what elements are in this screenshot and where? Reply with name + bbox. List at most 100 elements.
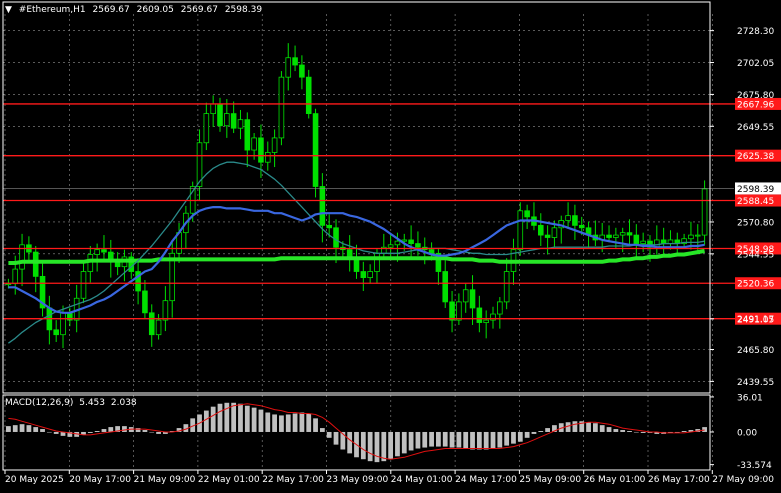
time-tick-label: 22 May 01:00 [198, 475, 260, 485]
current-price-label: 2598.39 [737, 185, 774, 195]
macd-bar [497, 431, 503, 448]
candle-body [271, 137, 278, 153]
macd-bar [620, 430, 626, 432]
macd-bar [347, 431, 353, 454]
macd-bar [210, 406, 216, 432]
macd-name: MACD(12,26,9) [5, 398, 74, 408]
macd-bar [108, 427, 114, 432]
level-label: 2625.38 [737, 152, 774, 162]
macd-bar [388, 431, 394, 460]
candle-body [346, 249, 353, 258]
price-tick-label: 2675.80 [737, 91, 774, 101]
macd-bar [265, 412, 271, 432]
macd-bar [422, 431, 428, 448]
candle-body [503, 271, 510, 303]
candle-body [237, 119, 244, 129]
candle-body [565, 215, 571, 221]
candle-body [80, 271, 87, 299]
macd-bar [681, 431, 687, 432]
macd-bar [572, 421, 578, 432]
macd-bar [674, 431, 680, 433]
candle-body [101, 249, 107, 253]
symbol-label: #Ethereum,H1 [18, 5, 86, 15]
macd-bar [395, 431, 400, 457]
candle-body [551, 227, 558, 238]
macd-bar [531, 431, 537, 434]
candle-body [408, 239, 414, 244]
symbol-menu-icon[interactable]: ▼ [5, 5, 12, 15]
macd-bar [606, 427, 612, 432]
price-tick-label: 2649.55 [737, 123, 774, 133]
candle-body [60, 312, 66, 336]
macd-bar [142, 430, 148, 432]
macd-bar [470, 431, 475, 450]
macd-bar [586, 422, 591, 432]
macd-bar [545, 428, 550, 432]
macd-bar [299, 412, 305, 432]
candle-body [619, 232, 626, 236]
macd-bar [6, 426, 11, 432]
macd-bar [408, 431, 414, 451]
macd-bar [292, 413, 298, 432]
time-tick-label: 25 May 09:00 [519, 475, 581, 485]
candle-body [217, 103, 223, 127]
macd-bar [19, 424, 25, 432]
candle-body [299, 64, 305, 78]
macd-bar [149, 431, 155, 433]
chart-header: ▼ #Ethereum,H1 2569.67 2609.05 2569.67 2… [5, 3, 266, 17]
candle-body [210, 103, 216, 115]
macd-signal-value: 2.038 [110, 398, 137, 408]
candle-body [278, 76, 285, 139]
candle-body [701, 188, 708, 236]
ohlc-open: 2569.67 [92, 5, 130, 15]
macd-bar [326, 431, 332, 438]
macd-tick-label: 36.01 [737, 393, 763, 403]
candle-body [162, 300, 169, 321]
candle-body [312, 113, 319, 187]
candle-body [230, 113, 237, 129]
macd-bar [224, 402, 230, 432]
macd-bar [436, 431, 441, 447]
macd-bar [251, 407, 257, 432]
candle-body [517, 210, 524, 251]
candle-body [613, 234, 619, 238]
candle-body [462, 289, 469, 303]
candle-body [367, 271, 373, 278]
ohlc-low: 2569.67 [180, 5, 218, 15]
candle-body [148, 312, 155, 336]
candle-body [374, 252, 380, 272]
candle-body [305, 76, 312, 115]
macd-tick-label: 0.00 [737, 428, 757, 438]
macd-bar [272, 414, 277, 432]
price-tick-label: 2491.05 [737, 315, 774, 325]
macd-bar [319, 428, 325, 432]
candle-body [449, 301, 455, 321]
candle-body [203, 113, 210, 144]
candle-body [258, 137, 264, 163]
macd-bar [46, 431, 52, 433]
macd-bar [463, 431, 469, 449]
macd-bar [333, 431, 339, 445]
trading-chart[interactable]: 2667.96 2625.38 2588.45 2548.98 2520.36 2491.… [0, 0, 781, 489]
candle-body [578, 224, 585, 229]
ohlc-close: 2598.39 [224, 5, 263, 15]
candle-body [401, 239, 408, 242]
macd-bar [244, 405, 250, 432]
macd-bar [442, 431, 448, 447]
candle-body [155, 319, 162, 336]
candle-body [224, 113, 230, 127]
candle-body [483, 319, 489, 323]
candle-body [572, 215, 578, 226]
candle-body [244, 119, 251, 151]
macd-bar [702, 427, 707, 432]
macd-bar [33, 427, 39, 432]
macd-bar [217, 403, 223, 432]
macd-bar [476, 431, 482, 450]
macd-bar [285, 414, 291, 432]
macd-bar [415, 431, 421, 449]
macd-bar [374, 431, 380, 463]
chart-canvas[interactable]: 2667.962625.382588.452548.982520.362491.… [0, 0, 781, 489]
time-tick-label: 24 May 01:00 [391, 475, 453, 485]
time-tick-label: 21 May 09:00 [134, 475, 196, 485]
macd-bar [156, 431, 161, 434]
